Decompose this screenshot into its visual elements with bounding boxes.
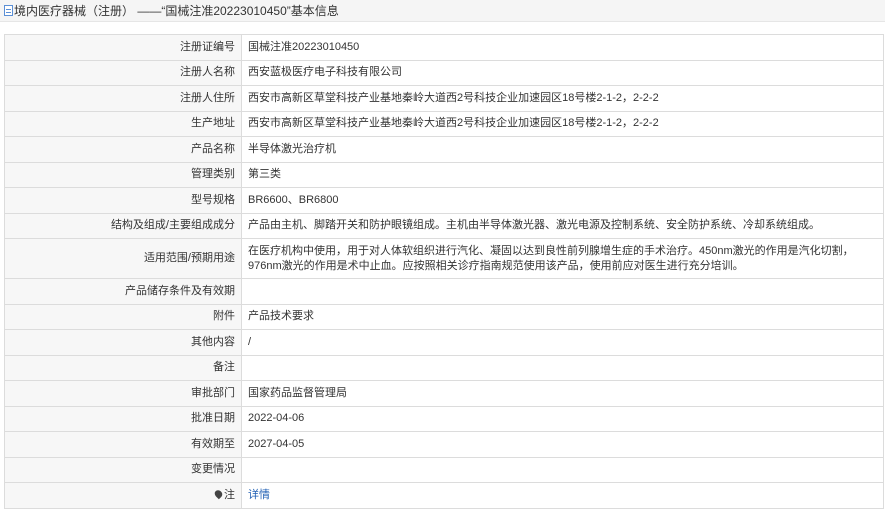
table-row: 有效期至 2027-04-05 — [4, 431, 884, 458]
row-label: 其他内容 — [4, 329, 242, 356]
document-icon — [4, 5, 13, 17]
row-value: 西安蓝极医疗电子科技有限公司 — [241, 59, 884, 86]
table-row: 结构及组成/主要组成成分 产品由主机、脚踏开关和防护眼镜组成。主机由半导体激光器… — [4, 212, 884, 239]
table-row: 变更情况 — [4, 456, 884, 483]
row-label: 有效期至 — [4, 431, 242, 458]
row-value — [241, 354, 884, 381]
table-row: 管理类别 第三类 — [4, 161, 884, 188]
row-label: 产品名称 — [4, 136, 242, 163]
row-label: 备注 — [4, 354, 242, 381]
row-label: 注册人名称 — [4, 59, 242, 86]
row-label: 变更情况 — [4, 456, 242, 483]
table-row: 注册人名称 西安蓝极医疗电子科技有限公司 — [4, 59, 884, 86]
row-value: 2027-04-05 — [241, 431, 884, 458]
row-value: 西安市高新区草堂科技产业基地秦岭大道西2号科技企业加速园区18号楼2-1-2，2… — [241, 85, 884, 112]
pin-icon — [213, 488, 224, 500]
row-label: 结构及组成/主要组成成分 — [4, 212, 242, 239]
row-value: 半导体激光治疗机 — [241, 136, 884, 163]
row-value — [241, 456, 884, 483]
note-label: 注 — [4, 482, 242, 509]
page: 境内医疗器械（注册） ——“国械注准20223010450”基本信息 注册证编号… — [0, 0, 885, 526]
row-label: 产品储存条件及有效期 — [4, 278, 242, 305]
page-title-bar: 境内医疗器械（注册） ——“国械注准20223010450”基本信息 — [0, 0, 885, 22]
row-value — [241, 278, 884, 305]
row-label: 注册人住所 — [4, 85, 242, 112]
row-label: 型号规格 — [4, 187, 242, 214]
table-row: 附件 产品技术要求 — [4, 303, 884, 330]
row-value: 产品技术要求 — [241, 303, 884, 330]
row-label: 审批部门 — [4, 380, 242, 407]
details-link[interactable]: 详情 — [248, 489, 270, 501]
row-label: 批准日期 — [4, 405, 242, 432]
table-row: 适用范围/预期用途 在医疗机构中使用，用于对人体软组织进行汽化、凝固以达到良性前… — [4, 238, 884, 279]
row-value: 西安市高新区草堂科技产业基地秦岭大道西2号科技企业加速园区18号楼2-1-2，2… — [241, 110, 884, 137]
row-label: 生产地址 — [4, 110, 242, 137]
table-row: 审批部门 国家药品监督管理局 — [4, 380, 884, 407]
table-row: 备注 — [4, 354, 884, 381]
row-label: 注册证编号 — [4, 34, 242, 61]
table-row: 生产地址 西安市高新区草堂科技产业基地秦岭大道西2号科技企业加速园区18号楼2-… — [4, 110, 884, 137]
row-value: 第三类 — [241, 161, 884, 188]
row-value: 2022-04-06 — [241, 405, 884, 432]
note-label-text: 注 — [224, 488, 235, 501]
row-value: 在医疗机构中使用，用于对人体软组织进行汽化、凝固以达到良性前列腺增生症的手术治疗… — [241, 238, 884, 279]
row-value: 国家药品监督管理局 — [241, 380, 884, 407]
table-row: 型号规格 BR6600、BR6800 — [4, 187, 884, 214]
row-label: 附件 — [4, 303, 242, 330]
row-label: 适用范围/预期用途 — [4, 238, 242, 279]
table-row: 产品储存条件及有效期 — [4, 278, 884, 305]
row-value: 产品由主机、脚踏开关和防护眼镜组成。主机由半导体激光器、激光电源及控制系统、安全… — [241, 212, 884, 239]
row-value: / — [241, 329, 884, 356]
table-row: 产品名称 半导体激光治疗机 — [4, 136, 884, 163]
page-title: 境内医疗器械（注册） ——“国械注准20223010450”基本信息 — [14, 4, 339, 18]
info-table: 注册证编号 国械注准20223010450 注册人名称 西安蓝极医疗电子科技有限… — [4, 34, 884, 509]
note-value: 详情 — [241, 482, 884, 509]
row-label: 管理类别 — [4, 161, 242, 188]
table-row: 注册人住所 西安市高新区草堂科技产业基地秦岭大道西2号科技企业加速园区18号楼2… — [4, 85, 884, 112]
table-row: 其他内容 / — [4, 329, 884, 356]
row-value: BR6600、BR6800 — [241, 187, 884, 214]
table-row: 批准日期 2022-04-06 — [4, 405, 884, 432]
table-row: 注册证编号 国械注准20223010450 — [4, 34, 884, 61]
table-row-note: 注 详情 — [4, 482, 884, 509]
row-value: 国械注准20223010450 — [241, 34, 884, 61]
